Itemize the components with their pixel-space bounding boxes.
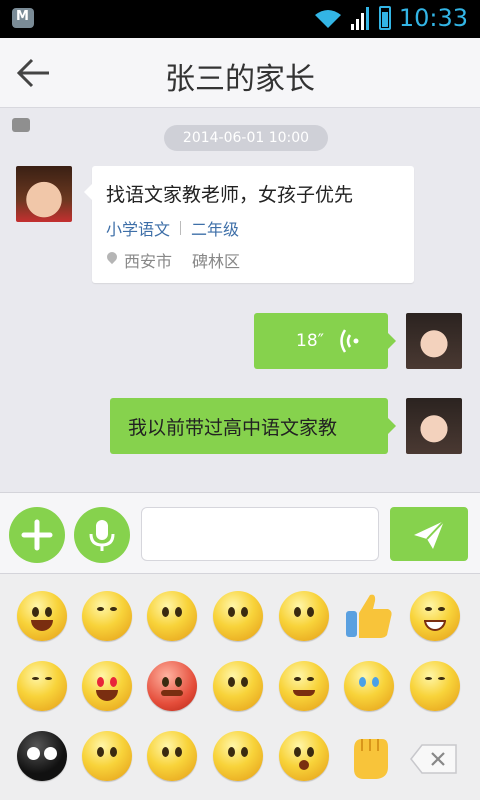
tutor-request-card[interactable]: 找语文家教老师，女孩子优先 小学语文 二年级 西安市 碑林区: [84, 166, 414, 283]
send-button[interactable]: [390, 507, 468, 561]
tutor-avatar[interactable]: [406, 398, 462, 454]
fist-emoji-icon[interactable]: [344, 731, 394, 781]
plus-icon: [21, 519, 53, 551]
thumbs-up-emoji-icon[interactable]: [344, 591, 394, 641]
voice-input-button[interactable]: [74, 507, 130, 563]
subject-tag: 小学语文: [106, 220, 171, 239]
text-message-bubble[interactable]: 我以前带过高中语文家教: [110, 398, 396, 454]
tutor-avatar[interactable]: [406, 313, 462, 369]
embarrassed-emoji-icon[interactable]: [147, 731, 197, 781]
status-bar: 10:33: [0, 0, 480, 132]
shy-pray-emoji-icon[interactable]: [82, 591, 132, 641]
big-grin-emoji-icon[interactable]: [410, 591, 460, 641]
sweat-emoji-icon[interactable]: [410, 661, 460, 711]
voice-wave-icon: [340, 329, 359, 353]
request-title: 找语文家教老师，女孩子优先: [106, 184, 354, 206]
paper-plane-icon: [414, 520, 445, 549]
signal-icon: [350, 7, 369, 30]
notification-area: [12, 8, 34, 132]
crying-emoji-icon[interactable]: [344, 661, 394, 711]
tag-divider: [180, 221, 182, 235]
heart-eyes-emoji-icon[interactable]: [82, 661, 132, 711]
voice-message-bubble[interactable]: 18″: [254, 313, 396, 369]
alien-emoji-icon[interactable]: [17, 731, 67, 781]
text-message-content: 我以前带过高中语文家教: [128, 417, 338, 439]
wifi-icon: [314, 10, 341, 28]
location-city: 西安市: [124, 252, 173, 271]
smile-emoji-icon[interactable]: [279, 661, 329, 711]
message-input[interactable]: [141, 507, 379, 561]
emoji-panel: [0, 574, 480, 800]
angry-emoji-icon[interactable]: [147, 661, 197, 711]
request-location: 西安市 碑林区: [106, 248, 240, 272]
page-title: 张三的家长: [165, 62, 315, 97]
surprised-emoji-icon[interactable]: [279, 731, 329, 781]
parent-avatar[interactable]: [16, 166, 72, 222]
m-notification-icon: [12, 8, 34, 28]
confused-question-emoji-icon[interactable]: [213, 591, 263, 641]
add-button[interactable]: [9, 507, 65, 563]
chat-timestamp: 2014-06-01 10:00: [164, 125, 328, 151]
voice-duration: 18″: [296, 331, 324, 351]
battery-icon: [378, 6, 391, 30]
grin-emoji-icon[interactable]: [17, 591, 67, 641]
sealed-lips-emoji-icon[interactable]: [82, 731, 132, 781]
backspace-icon[interactable]: [410, 744, 458, 774]
dizzy-emoji-icon[interactable]: [279, 591, 329, 641]
title-bar: 张三的家长: [0, 38, 480, 108]
status-time: 10:33: [398, 4, 468, 32]
request-tags: 小学语文 二年级: [106, 216, 239, 240]
location-district: 碑林区: [192, 252, 241, 271]
input-bar: [0, 492, 480, 574]
astonished-emoji-icon[interactable]: [213, 731, 263, 781]
skeptical-emoji-icon[interactable]: [213, 661, 263, 711]
location-pin-icon: [106, 252, 118, 268]
status-right: 10:33: [313, 4, 468, 32]
grade-tag: 二年级: [191, 220, 240, 239]
sleepy-emoji-icon[interactable]: [17, 661, 67, 711]
microphone-icon: [89, 520, 115, 551]
worried-emoji-icon[interactable]: [147, 591, 197, 641]
chat-area[interactable]: 2014-06-01 10:00 找语文家教老师，女孩子优先 小学语文 二年级 …: [0, 108, 480, 492]
